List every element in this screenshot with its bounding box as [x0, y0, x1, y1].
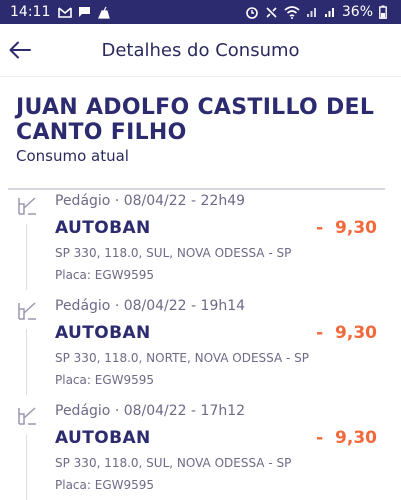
nfc-icon	[266, 6, 277, 18]
status-time: 14:11	[10, 4, 51, 20]
arrow-left-icon	[9, 41, 31, 59]
status-bar: 14:11 36%	[0, 0, 401, 24]
header-divider	[0, 76, 401, 77]
cleaner-icon	[98, 6, 111, 19]
transaction-address: SP 330, 118.0, SUL, NOVA ODESSA - SP	[55, 456, 292, 470]
transaction-amount: - 9,30	[316, 323, 377, 343]
app-header: Detalhes do Consumo	[0, 24, 401, 76]
transaction-item[interactable]: Pedágio · 08/04/22 - 22h49 AUTOBAN - 9,3…	[0, 190, 401, 294]
wifi-icon	[284, 5, 300, 19]
customer-name: JUAN ADOLFO CASTILLO DEL CANTO FILHO	[16, 95, 375, 145]
toll-icon	[18, 407, 36, 425]
timeline-line	[26, 224, 27, 290]
transaction-plate: Placa: EGW9595	[55, 268, 155, 282]
page-title: Detalhes do Consumo	[101, 39, 300, 61]
transaction-merchant: AUTOBAN	[55, 323, 151, 343]
alarm-icon	[246, 7, 258, 19]
transaction-address: SP 330, 118.0, SUL, NOVA ODESSA - SP	[55, 246, 292, 260]
transaction-merchant: AUTOBAN	[55, 218, 151, 238]
transaction-amount: - 9,30	[316, 428, 377, 448]
status-notifications	[58, 6, 111, 19]
transaction-amount: - 9,30	[316, 218, 377, 238]
transaction-meta: Pedágio · 08/04/22 - 17h12	[55, 403, 246, 419]
transaction-item[interactable]: Pedágio · 08/04/22 - 19h14 AUTOBAN - 9,3…	[0, 295, 401, 399]
transaction-address: SP 330, 118.0, NORTE, NOVA ODESSA - SP	[55, 351, 310, 365]
transaction-plate: Placa: EGW9595	[55, 478, 155, 492]
transaction-meta: Pedágio · 08/04/22 - 22h49	[55, 193, 246, 209]
signal-icon	[306, 8, 316, 17]
message-icon	[79, 7, 91, 17]
gmail-icon	[58, 6, 73, 18]
transaction-meta: Pedágio · 08/04/22 - 19h14	[55, 298, 246, 314]
transaction-item[interactable]: Pedágio · 08/04/22 - 17h12 AUTOBAN - 9,3…	[0, 400, 401, 500]
signal-icon	[324, 8, 334, 17]
consumption-label: Consumo atual	[16, 147, 129, 165]
timeline-line	[26, 434, 27, 500]
battery-icon	[379, 5, 387, 19]
battery-percent: 36%	[341, 4, 373, 20]
back-button[interactable]	[6, 36, 34, 64]
transaction-merchant: AUTOBAN	[55, 428, 151, 448]
toll-icon	[18, 302, 36, 320]
transaction-plate: Placa: EGW9595	[55, 373, 155, 387]
timeline-line	[26, 329, 27, 395]
status-indicators: 36%	[245, 4, 387, 20]
toll-icon	[18, 197, 36, 215]
